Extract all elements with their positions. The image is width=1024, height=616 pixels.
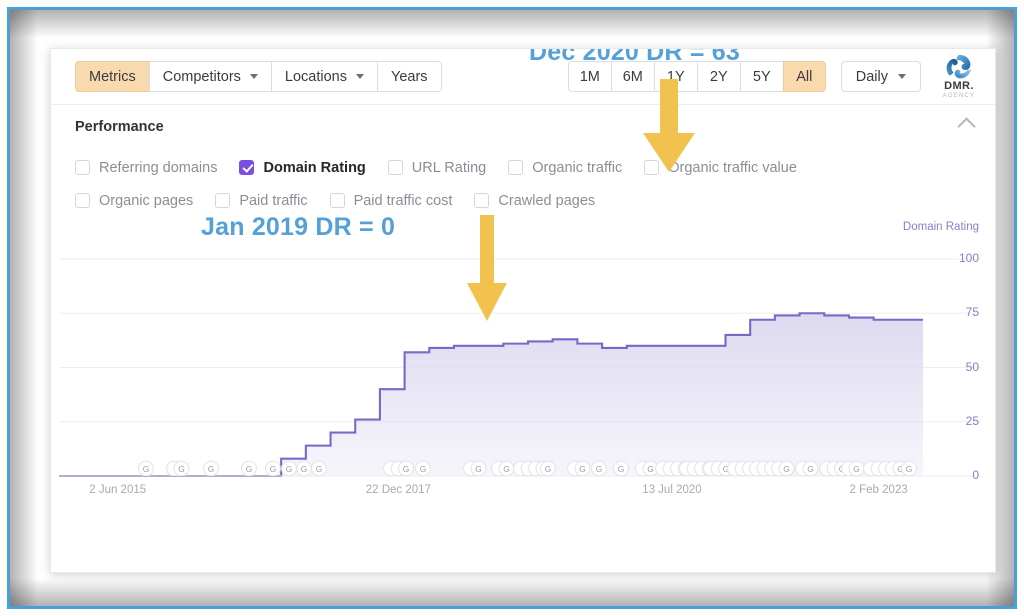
y-axis-tick: 100: [959, 251, 979, 265]
performance-section-header: Performance: [51, 105, 995, 148]
svg-text:G: G: [618, 464, 625, 474]
range-all-label: All: [796, 69, 812, 85]
svg-text:G: G: [853, 464, 860, 474]
chart-canvas[interactable]: GGGGGGGGGGGGGGGGGGGGGGGGGGGGGG: [51, 221, 996, 511]
checkbox-paid-traffic-cost[interactable]: Paid traffic cost: [330, 193, 453, 209]
svg-text:G: G: [475, 464, 482, 474]
svg-text:G: G: [596, 464, 603, 474]
svg-text:G: G: [783, 464, 790, 474]
svg-text:G: G: [420, 464, 427, 474]
tab-metrics-label: Metrics: [89, 69, 136, 85]
checkbox-icon: [75, 193, 90, 208]
checkbox-label: Referring domains: [99, 160, 217, 176]
svg-text:G: G: [178, 464, 185, 474]
x-axis-tick: 22 Dec 2017: [366, 484, 431, 496]
y-axis-tick: 75: [966, 305, 979, 319]
range-1m-label: 1M: [580, 69, 600, 85]
granularity-label: Daily: [856, 69, 888, 85]
toolbar: Metrics Competitors Locations Years 1M 6…: [51, 49, 995, 105]
checkbox-domain-rating[interactable]: Domain Rating: [239, 160, 365, 176]
dmr-logo-line1: DMR.: [937, 81, 981, 92]
dmr-logo-line2: AGENCY: [937, 92, 981, 100]
chevron-up-icon[interactable]: [957, 117, 975, 135]
checkbox-label: URL Rating: [412, 160, 486, 176]
x-axis-tick: 2 Feb 2023: [850, 484, 908, 496]
tab-competitors[interactable]: Competitors: [149, 61, 271, 92]
svg-text:G: G: [906, 464, 913, 474]
checkbox-label: Crawled pages: [498, 193, 595, 209]
checkbox-icon: [330, 193, 345, 208]
checkbox-paid-traffic[interactable]: Paid traffic: [215, 193, 307, 209]
svg-text:G: G: [545, 464, 552, 474]
chevron-down-icon: [898, 74, 906, 79]
page-title: Performance: [75, 119, 164, 135]
dmr-agency-logo[interactable]: DMR. AGENCY: [937, 54, 981, 100]
svg-text:G: G: [579, 464, 586, 474]
checkbox-label: Organic traffic: [532, 160, 622, 176]
svg-text:G: G: [246, 464, 253, 474]
y-axis-tick: 50: [966, 360, 979, 374]
range-2y-label: 2Y: [710, 69, 728, 85]
tab-locations[interactable]: Locations: [271, 61, 377, 92]
x-axis-tick: 2 Jun 2015: [89, 484, 146, 496]
checkbox-icon: [508, 160, 523, 175]
range-5y-label: 5Y: [753, 69, 771, 85]
annotation-arrow-dec-2020: [641, 79, 697, 174]
checkbox-crawled-pages[interactable]: Crawled pages: [474, 193, 595, 209]
chevron-down-icon: [356, 74, 364, 79]
tab-years[interactable]: Years: [377, 61, 442, 92]
checkbox-icon: [474, 193, 489, 208]
range-all[interactable]: All: [783, 61, 826, 92]
annotation-label-jan-2019: Jan 2019 DR = 0: [201, 213, 395, 242]
svg-text:G: G: [403, 464, 410, 474]
tab-metrics[interactable]: Metrics: [75, 61, 149, 92]
checkbox-referring-domains[interactable]: Referring domains: [75, 160, 217, 176]
tab-competitors-label: Competitors: [163, 69, 241, 85]
metric-checkbox-list: Referring domains Domain Rating URL Rati…: [51, 148, 995, 217]
metric-checkbox-row: Referring domains Domain Rating URL Rati…: [75, 151, 971, 184]
checkbox-label: Paid traffic cost: [354, 193, 453, 209]
checkbox-checked-icon: [239, 160, 254, 175]
tab-years-label: Years: [391, 69, 428, 85]
view-tab-group: Metrics Competitors Locations Years: [75, 61, 442, 92]
domain-rating-chart: GGGGGGGGGGGGGGGGGGGGGGGGGGGGGG Domain Ra…: [51, 221, 995, 511]
svg-text:G: G: [208, 464, 215, 474]
svg-text:G: G: [301, 464, 308, 474]
checkbox-organic-traffic[interactable]: Organic traffic: [508, 160, 622, 176]
checkbox-organic-pages[interactable]: Organic pages: [75, 193, 193, 209]
checkbox-icon: [388, 160, 403, 175]
x-axis-tick: 13 Jul 2020: [642, 484, 701, 496]
checkbox-url-rating[interactable]: URL Rating: [388, 160, 486, 176]
checkbox-icon: [75, 160, 90, 175]
svg-text:G: G: [270, 464, 277, 474]
svg-text:G: G: [316, 464, 323, 474]
checkbox-icon: [215, 193, 230, 208]
svg-text:G: G: [286, 464, 293, 474]
chart-legend-domain-rating: Domain Rating: [903, 221, 979, 233]
checkbox-label: Paid traffic: [239, 193, 307, 209]
svg-text:G: G: [503, 464, 510, 474]
annotation-label-dec-2020: Dec 2020 DR = 63: [529, 48, 740, 67]
checkbox-label: Domain Rating: [263, 160, 365, 176]
svg-text:G: G: [647, 464, 654, 474]
checkbox-label: Organic pages: [99, 193, 193, 209]
granularity-dropdown[interactable]: Daily: [841, 61, 921, 92]
svg-text:G: G: [807, 464, 814, 474]
y-axis-tick: 0: [972, 468, 979, 482]
svg-text:G: G: [143, 464, 150, 474]
chevron-down-icon: [250, 74, 258, 79]
annotation-arrow-jan-2019: [465, 215, 509, 323]
y-axis-tick: 25: [966, 414, 979, 428]
range-5y[interactable]: 5Y: [740, 61, 783, 92]
tab-locations-label: Locations: [285, 69, 347, 85]
dmr-swirl-icon: [946, 54, 973, 80]
decorative-frame: Metrics Competitors Locations Years 1M 6…: [7, 7, 1017, 609]
ahrefs-overview-card: Metrics Competitors Locations Years 1M 6…: [50, 48, 996, 573]
range-6m-label: 6M: [623, 69, 643, 85]
